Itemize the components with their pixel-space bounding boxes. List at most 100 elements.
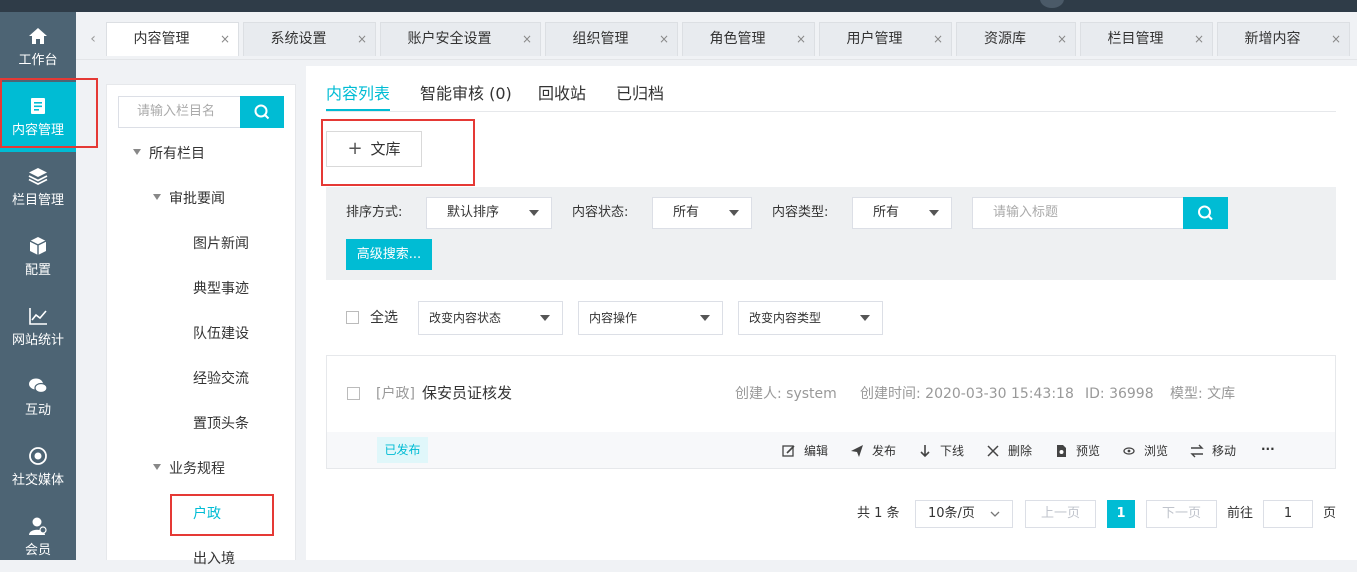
publish-button[interactable]: 发布: [851, 443, 896, 459]
current-page-button[interactable]: 1: [1107, 500, 1135, 528]
more-options-button[interactable]: ···: [1261, 441, 1275, 457]
sidebar-item-dashboard[interactable]: 工作台: [0, 12, 76, 82]
change-type-label: 改变内容类型: [749, 311, 822, 325]
page-size-value: 10条/页: [928, 506, 975, 521]
sidebar-item-config[interactable]: 配置: [0, 222, 76, 292]
change-status-select[interactable]: 改变内容状态: [418, 301, 563, 335]
tree-node-team-building[interactable]: 队伍建设: [193, 324, 249, 344]
title-search-button[interactable]: [1183, 197, 1228, 229]
sort-select[interactable]: 默认排序: [426, 197, 552, 229]
tab-column-management[interactable]: 栏目管理 ×: [1080, 22, 1213, 56]
tab-archived[interactable]: 已归档: [616, 84, 664, 104]
sidebar-item-site-stats[interactable]: 网站统计: [0, 292, 76, 362]
tab-account-security[interactable]: 账户安全设置 ×: [380, 22, 541, 56]
sidebar-item-label: 会员: [24, 543, 51, 558]
preview-button[interactable]: 预览: [1057, 443, 1101, 459]
move-label: 移动: [1212, 444, 1237, 458]
goto-label: 前往: [1227, 506, 1254, 521]
close-icon[interactable]: ×: [220, 23, 230, 56]
sidebar-item-label: 社交媒体: [11, 473, 64, 488]
tab-content-management[interactable]: 内容管理 ×: [106, 22, 239, 56]
tab-content-list[interactable]: 内容列表: [326, 84, 390, 104]
browse-button[interactable]: 浏览: [1123, 443, 1168, 459]
offline-button[interactable]: 下线: [920, 443, 964, 459]
title-search-input[interactable]: 请输入标题: [972, 197, 1184, 229]
tree-node-typical-deeds[interactable]: 典型事迹: [193, 279, 249, 299]
tab-smart-review[interactable]: 智能审核 (0): [420, 84, 512, 104]
home-icon: [29, 28, 47, 44]
content-operations-select[interactable]: 内容操作: [578, 301, 723, 335]
top-header-bar: [0, 0, 1357, 12]
tab-scroll-left-icon[interactable]: ‹: [84, 24, 102, 54]
column-search-input[interactable]: 请输入栏目名: [118, 96, 240, 128]
tab-roles[interactable]: 角色管理 ×: [682, 22, 815, 56]
close-icon[interactable]: ×: [522, 23, 532, 56]
close-icon[interactable]: ×: [1331, 23, 1341, 56]
add-library-button[interactable]: + 文库: [326, 131, 422, 167]
type-select[interactable]: 所有: [852, 197, 952, 229]
user-avatar[interactable]: [1040, 0, 1064, 8]
tree-node-photo-news[interactable]: 图片新闻: [193, 234, 249, 254]
prev-page-button[interactable]: 上一页: [1025, 500, 1096, 528]
tree-node-business-rules[interactable]: 业务规程: [153, 459, 225, 479]
tab-label: 系统设置: [270, 31, 327, 47]
close-icon[interactable]: ×: [357, 23, 367, 56]
status-select[interactable]: 所有: [652, 197, 752, 229]
tab-new-content[interactable]: 新增内容 ×: [1217, 22, 1350, 56]
item-model: 模型: 文库: [1170, 386, 1236, 402]
item-title[interactable]: 保安员证核发: [422, 385, 512, 401]
change-status-label: 改变内容状态: [429, 311, 502, 325]
goto-page-input[interactable]: 1: [1263, 500, 1313, 528]
advanced-search-button[interactable]: 高级搜索...: [346, 239, 432, 270]
close-icon[interactable]: ×: [796, 23, 806, 56]
document-icon: [31, 98, 45, 114]
tab-system-settings[interactable]: 系统设置 ×: [243, 22, 376, 56]
close-icon[interactable]: ×: [659, 23, 669, 56]
tab-users[interactable]: 用户管理 ×: [819, 22, 952, 56]
delete-label: 删除: [1008, 444, 1033, 458]
item-category: [户政]: [376, 386, 415, 402]
sidebar-item-column-management[interactable]: 栏目管理: [0, 152, 76, 222]
tab-label: 组织管理: [572, 31, 629, 47]
sidebar-item-content-management[interactable]: 内容管理: [0, 82, 76, 152]
status-badge: 已发布: [377, 437, 428, 463]
item-checkbox[interactable]: [347, 387, 360, 400]
tab-resources[interactable]: 资源库 ×: [956, 22, 1076, 56]
sidebar-item-interaction[interactable]: 互动: [0, 362, 76, 432]
sidebar-item-social-media[interactable]: 社交媒体: [0, 432, 76, 502]
tab-label: 资源库: [984, 31, 1026, 47]
tab-recycle-bin[interactable]: 回收站: [538, 84, 586, 104]
tab-label: 栏目管理: [1107, 31, 1164, 47]
tree-node-experience[interactable]: 经验交流: [193, 369, 249, 389]
next-page-button[interactable]: 下一页: [1146, 500, 1217, 528]
edit-button[interactable]: 编辑: [782, 443, 828, 459]
caret-down-icon: [153, 464, 161, 470]
tab-organization[interactable]: 组织管理 ×: [545, 22, 678, 56]
sidebar-item-members[interactable]: 会员: [0, 502, 76, 572]
caret-down-icon: [929, 210, 939, 216]
column-search-button[interactable]: [240, 96, 284, 128]
select-all-checkbox[interactable]: [346, 311, 359, 324]
tab-label: 用户管理: [846, 31, 903, 47]
tree-node-all[interactable]: 所有栏目: [133, 144, 205, 164]
tab-label: 内容管理: [133, 31, 190, 47]
move-button[interactable]: 移动: [1190, 443, 1237, 459]
sort-value: 默认排序: [447, 205, 500, 220]
close-icon[interactable]: ×: [1194, 23, 1204, 56]
tree-node-approval-news[interactable]: 审批要闻: [153, 189, 225, 209]
tree-node-household[interactable]: 户政: [193, 504, 221, 524]
page-size-select[interactable]: 10条/页: [915, 500, 1013, 528]
close-icon[interactable]: ×: [1057, 23, 1067, 56]
preview-label: 预览: [1076, 444, 1101, 458]
add-button-label: 文库: [370, 140, 401, 158]
delete-button[interactable]: 删除: [987, 443, 1033, 459]
caret-down-icon: [729, 210, 739, 216]
tree-node-exit-entry[interactable]: 出入境: [193, 549, 235, 569]
tree-node-label: 审批要闻: [169, 191, 225, 207]
type-label: 内容类型:: [772, 205, 829, 220]
change-type-select[interactable]: 改变内容类型: [738, 301, 883, 335]
chevron-down-icon: [990, 511, 1000, 517]
tree-node-top-headline[interactable]: 置顶头条: [193, 414, 249, 434]
sidebar-item-label: 网站统计: [11, 333, 64, 348]
close-icon[interactable]: ×: [933, 23, 943, 56]
